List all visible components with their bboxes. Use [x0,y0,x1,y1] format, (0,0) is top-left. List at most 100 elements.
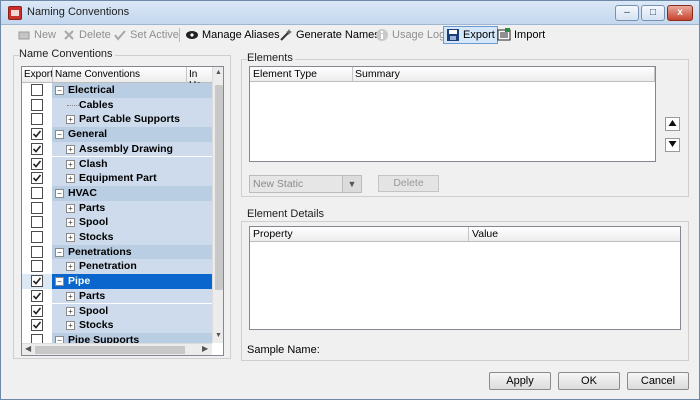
tree-row[interactable]: + Penetration [22,259,212,275]
ok-button[interactable]: OK [558,372,620,390]
expand-icon[interactable]: + [66,306,75,316]
tree-row[interactable]: + Stocks [22,230,212,245]
export-checkbox[interactable] [31,260,43,273]
export-checkbox[interactable] [31,98,43,111]
tree-item-label: Part Cable Supports [79,113,180,126]
expand-icon[interactable]: + [66,159,75,169]
usage-log-button[interactable]: Usage Log [375,26,445,44]
tree-row[interactable]: + Part Cable Supports [22,112,212,128]
scroll-right-icon[interactable]: ▶ [202,344,208,353]
column-element-type[interactable]: Element Type [253,68,317,80]
apply-button[interactable]: Apply [489,372,551,390]
tree-row[interactable]: + Parts [22,288,212,304]
export-checkbox[interactable] [31,304,43,317]
tree-row[interactable]: + Equipment Part [22,171,212,186]
elements-list[interactable]: Element Type Summary [249,66,656,162]
tree-row[interactable]: + Assembly Drawing [22,141,212,157]
cancel-button[interactable]: Cancel [627,372,689,390]
tree-name-cell: + Assembly Drawing [52,141,212,157]
expand-icon[interactable]: + [66,144,75,154]
column-property[interactable]: Property [253,228,293,240]
tree-vertical-scrollbar[interactable]: ▲ ▼ [212,67,223,343]
tree-item-label: Penetrations [68,245,132,258]
tree-name-cell: + Stocks [52,230,212,245]
scroll-thumb[interactable] [215,85,223,290]
expand-icon[interactable]: + [66,233,75,242]
export-checkbox[interactable] [31,172,43,185]
column-value[interactable]: Value [472,228,498,240]
tree-row[interactable]: + Clash [22,156,212,172]
expand-icon[interactable]: + [66,115,75,125]
export-checkbox[interactable] [31,201,43,214]
window-title: Naming Conventions [27,6,130,18]
export-checkbox[interactable] [31,142,43,155]
tree-group-row[interactable]: − Electrical [22,83,212,98]
export-checkbox[interactable] [31,231,43,243]
scroll-down-icon[interactable]: ▼ [215,332,222,339]
tree-row[interactable]: + Spool [22,215,212,230]
tree-row[interactable]: + Stocks [22,318,212,333]
export-checkbox[interactable] [31,157,43,170]
move-down-button[interactable] [665,138,680,152]
tree-header: Export Name Conventions In Us [22,67,212,91]
collapse-icon[interactable]: − [55,130,64,140]
tree-group-row[interactable]: − HVAC [22,185,212,201]
tree-group-row[interactable]: − Pipe [22,274,212,289]
tree-group-row[interactable]: − General [22,127,212,142]
column-name-conventions[interactable]: Name Conventions [55,69,140,80]
export-button[interactable]: Export [443,26,498,44]
h-scroll-thumb[interactable] [35,346,185,354]
column-summary[interactable]: Summary [355,68,400,80]
minimize-button[interactable]: – [615,5,639,21]
delete-button[interactable]: Delete [62,26,111,44]
tree-horizontal-scrollbar[interactable]: ◀ ▶ [22,343,212,355]
tree-row[interactable]: Cables [22,97,212,113]
toolbar: New Delete Set Active Manage Aliases Gen… [1,26,699,44]
name-conventions-tree[interactable]: Export Name Conventions In Us −Electrica… [21,66,224,356]
import-button[interactable]: Import [497,26,545,44]
usage-log-label: Usage Log [392,29,446,41]
export-checkbox[interactable] [31,113,43,126]
maximize-button[interactable]: □ [641,5,665,21]
collapse-icon[interactable]: − [55,86,64,95]
move-up-button[interactable] [665,117,680,131]
export-checkbox[interactable] [31,216,43,229]
new-static-dropdown[interactable]: New Static ▼ [249,175,362,193]
close-button[interactable]: x [667,5,693,21]
alias-icon [185,28,199,42]
set-active-button[interactable]: Set Active [113,26,179,44]
export-cell [22,215,52,230]
title-bar[interactable]: Naming Conventions – □ x [1,1,699,25]
expand-icon[interactable]: + [66,218,75,228]
export-checkbox[interactable] [31,186,43,199]
export-cell [22,200,52,216]
tree-group-row[interactable]: − Penetrations [22,244,212,260]
export-cell [22,274,52,289]
delete-element-button[interactable]: Delete [378,175,439,192]
tree-row[interactable]: + Spool [22,303,212,319]
collapse-icon[interactable]: − [55,247,64,257]
expand-icon[interactable]: + [66,321,75,331]
export-checkbox[interactable] [31,245,43,258]
collapse-icon[interactable]: − [55,188,64,198]
expand-icon[interactable]: + [66,262,75,272]
column-export[interactable]: Export [24,69,53,80]
expand-icon[interactable]: + [66,174,75,184]
element-details-grid[interactable]: Property Value [249,226,681,330]
generate-names-button[interactable]: Generate Names [279,26,380,44]
export-checkbox[interactable] [31,289,43,302]
export-checkbox[interactable] [31,128,43,141]
scroll-up-icon[interactable]: ▲ [215,69,222,76]
expand-icon[interactable]: + [66,291,75,301]
export-checkbox[interactable] [31,319,43,332]
export-checkbox[interactable] [31,84,43,96]
export-cell [22,259,52,275]
expand-icon[interactable]: + [66,203,75,213]
chevron-down-icon[interactable]: ▼ [342,176,361,192]
export-checkbox[interactable] [31,275,43,288]
manage-aliases-button[interactable]: Manage Aliases [185,26,280,44]
tree-row[interactable]: + Parts [22,200,212,216]
scroll-left-icon[interactable]: ◀ [25,344,31,353]
collapse-icon[interactable]: − [55,277,64,287]
new-button[interactable]: New [17,26,56,44]
